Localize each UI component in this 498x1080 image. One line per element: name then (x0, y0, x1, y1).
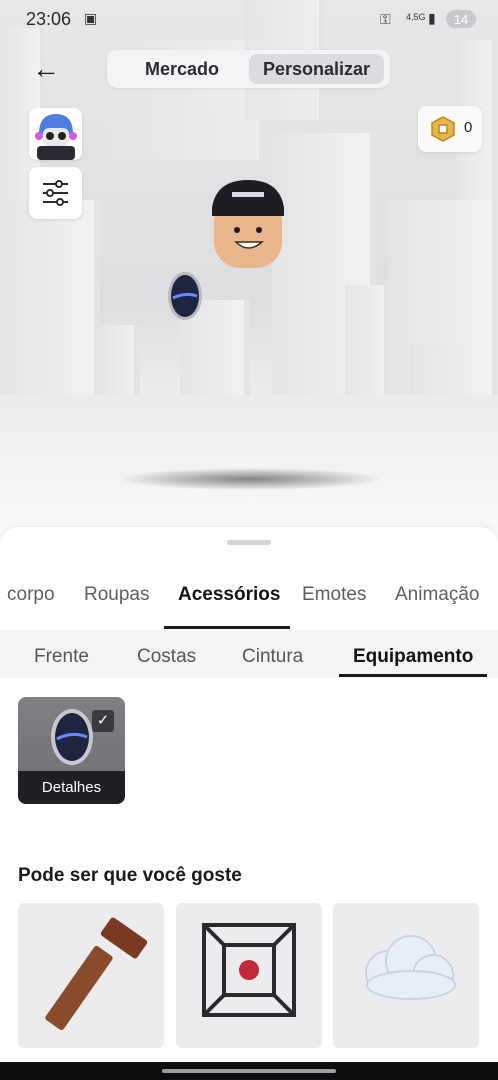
robux-value: 0 (464, 119, 473, 136)
sliders-icon (43, 180, 68, 206)
tab-personalizar[interactable]: Personalizar (249, 54, 384, 84)
robux-icon (431, 116, 455, 142)
home-gesture-pill[interactable] (162, 1069, 336, 1073)
settings-sliders-button[interactable] (29, 167, 82, 219)
subtab-equipamento[interactable]: Equipamento (353, 646, 473, 668)
avatar-thumbnail-button[interactable] (29, 108, 82, 160)
avatar-icon (29, 108, 82, 160)
system-nav-bar (0, 1062, 498, 1080)
subtab-frente[interactable]: Frente (34, 646, 89, 668)
tab-roupas[interactable]: Roupas (84, 584, 150, 606)
sword-icon (45, 917, 148, 1030)
customize-sheet: corpo Roupas Acessórios Emotes Animação … (0, 527, 498, 1080)
arrow-left-icon: ← (32, 53, 60, 84)
avatar-head[interactable] (210, 178, 286, 270)
category-underline (164, 626, 290, 629)
scene-building (0, 200, 100, 415)
recommended-item-cloud[interactable] (333, 903, 479, 1048)
subtab-costas[interactable]: Costas (137, 646, 196, 668)
recommended-item-tesseract[interactable] (176, 903, 322, 1048)
category-tabs: corpo Roupas Acessórios Emotes Animação (0, 572, 498, 630)
subtab-cintura[interactable]: Cintura (242, 646, 303, 668)
drag-handle[interactable] (227, 540, 271, 545)
details-button[interactable]: Detalhes (18, 771, 125, 804)
robux-balance[interactable]: 0 (418, 106, 482, 152)
back-button[interactable]: ← (32, 54, 68, 84)
screenshot-icon: ▣ (84, 10, 98, 26)
tab-animacao[interactable]: Animação (395, 584, 480, 606)
key-icon: ⚿ (380, 11, 391, 27)
cloud-icon (365, 935, 456, 1000)
status-bar: 23:06 ▣ ⚿ 4,5G ▮ 14 (0, 0, 498, 38)
egg-accessory-3d (165, 266, 205, 322)
tesseract-icon (202, 923, 296, 1017)
checkmark-icon: ✓ (92, 710, 114, 732)
tab-acessorios[interactable]: Acessórios (178, 584, 280, 606)
tab-corpo[interactable]: corpo (7, 584, 55, 606)
signal-icon: ▮ (428, 10, 436, 26)
battery-indicator: 14 (446, 10, 476, 28)
mode-toggle[interactable]: Mercado Personalizar (107, 50, 390, 88)
equipped-item-card[interactable]: ✓ Detalhes (18, 697, 125, 804)
network-label: 4,5G (406, 12, 426, 22)
subcategory-underline (339, 674, 487, 677)
avatar-shadow (120, 468, 380, 490)
tab-mercado[interactable]: Mercado (117, 54, 247, 84)
recommended-item-sword[interactable] (18, 903, 164, 1048)
egg-item-icon (51, 709, 93, 765)
tab-emotes[interactable]: Emotes (302, 584, 366, 606)
subcategory-tabs: Frente Costas Cintura Equipamento (0, 630, 498, 678)
status-time: 23:06 (26, 9, 72, 29)
recommendations-title: Pode ser que você goste (18, 865, 242, 886)
